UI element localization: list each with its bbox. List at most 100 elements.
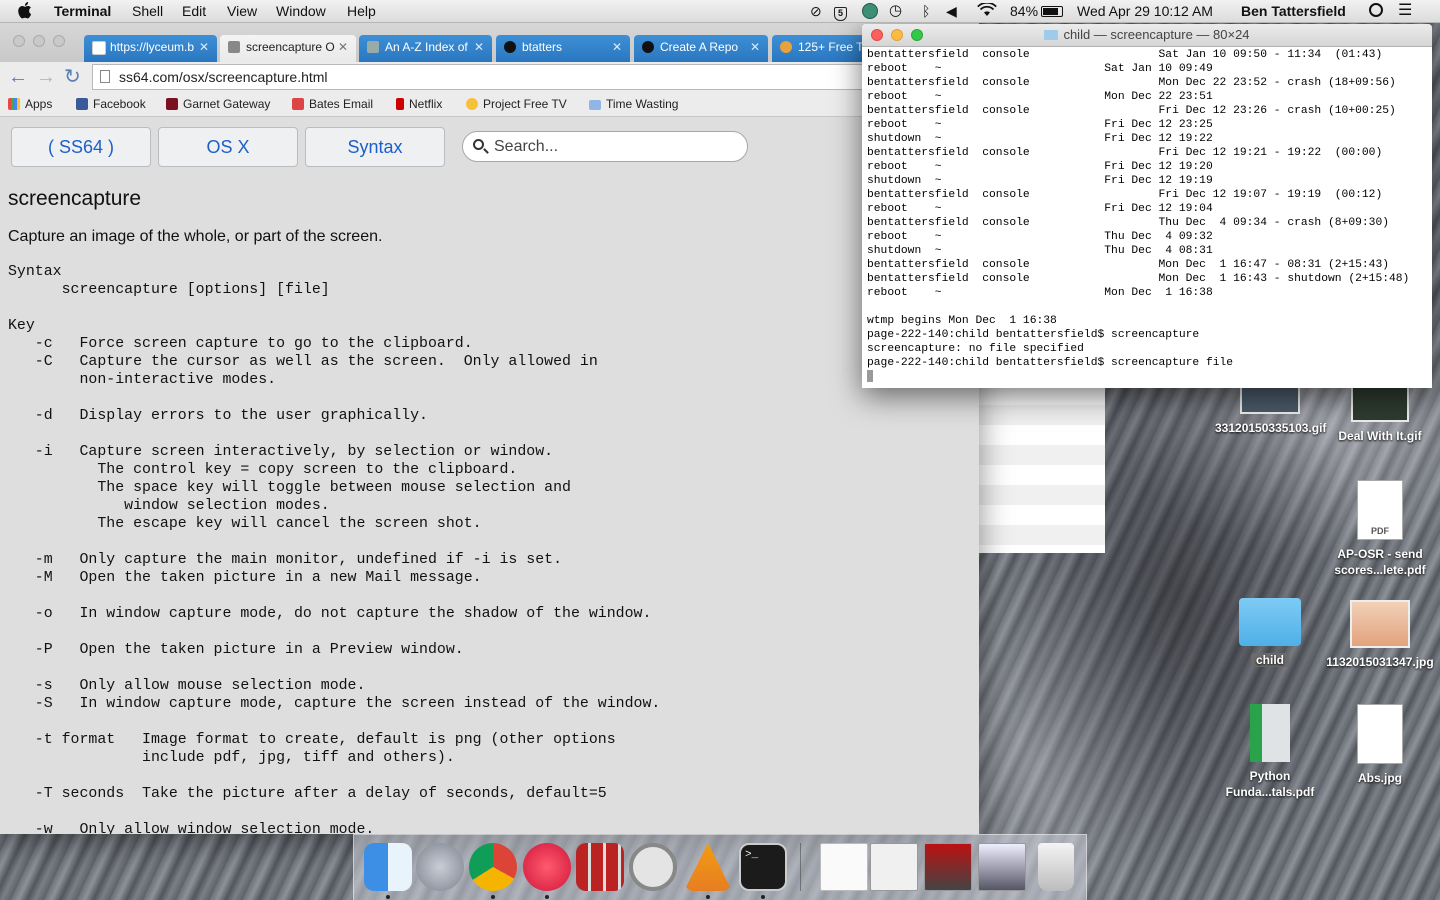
desktop-icon-label: 33120150335103.gif [1215,421,1327,435]
user-name[interactable]: Ben Tattersfield [1241,2,1346,20]
launchpad-icon[interactable] [416,843,464,891]
bookmark-garnet-gateway[interactable]: Garnet Gateway [166,96,270,112]
tab-close-icon[interactable]: ✕ [338,35,348,60]
document-stack-icon[interactable] [820,843,868,891]
desktop-icon-jpg-file[interactable]: 1132015031347.jpg [1325,600,1435,670]
bluetooth-icon[interactable]: ᛒ [922,2,930,20]
terminal-line: reboot ~ Mon Dec 22 23:51 [867,91,1213,103]
bookmark-netflix[interactable]: Netflix [396,96,442,112]
background-finder-window[interactable] [979,385,1105,553]
tab-az-index[interactable]: An A-Z Index of ✕ [359,35,492,62]
desktop-icon-child-folder[interactable]: child [1215,592,1325,668]
menu-view[interactable]: View [227,2,257,20]
site-search-input[interactable]: Search... [462,131,748,162]
menu-help[interactable]: Help [347,2,376,20]
window-close-button[interactable] [13,35,25,47]
wifi-icon[interactable] [977,1,997,20]
window-minimize-button[interactable] [33,35,45,47]
spotlight-search-icon[interactable] [1369,2,1383,20]
reload-icon[interactable]: ↻ [64,65,81,89]
clock[interactable]: Wed Apr 29 10:12 AM [1077,2,1213,20]
image-thumbnail [1357,704,1403,764]
terminal-line: bentattersfield console Fri Dec 12 23:26… [867,105,1396,117]
tab-close-icon[interactable]: ✕ [199,35,209,60]
menu-edit[interactable]: Edit [182,2,206,20]
tab-title: screencapture O [246,40,335,54]
tab-close-icon[interactable]: ✕ [474,35,484,60]
menu-window[interactable]: Window [276,2,326,20]
blocked-app-icon[interactable] [629,843,677,891]
back-arrow-icon[interactable]: ← [8,65,28,89]
terminal-zoom-button[interactable] [911,29,923,41]
bookmark-label: Facebook [93,97,146,111]
syntax-button[interactable]: Syntax [305,127,445,167]
html5-status-icon[interactable]: 5 [834,2,847,21]
terminal-line: bentattersfield console Mon Dec 1 16:43 … [867,273,1410,285]
bookmark-project-free-tv[interactable]: Project Free TV [466,96,567,112]
terminal-icon[interactable]: >_ [739,843,787,891]
search-placeholder: Search... [494,138,559,155]
address-bar[interactable]: ss64.com/osx/screencapture.html [92,64,979,90]
bookmark-apps[interactable]: Apps [8,96,52,112]
desktop-icon-abs-jpg[interactable]: Abs.jpg [1325,704,1435,786]
ss64-home-button[interactable]: ( SS64 ) [11,127,151,167]
man-page-line: -t format Image format to create, defaul… [8,732,616,748]
address-url[interactable]: ss64.com/osx/screencapture.html [119,65,328,89]
tab-create-repo[interactable]: Create A Repo ✕ [634,35,768,62]
time-machine-icon[interactable]: ◷ [889,2,902,20]
desktop-icon-ap-osr-pdf[interactable]: PDF AP-OSR - send scores...lete.pdf [1325,480,1435,578]
bookmark-bates-email[interactable]: Bates Email [292,96,373,112]
bookmark-label: Time Wasting [606,97,679,111]
bookmark-time-wasting[interactable]: Time Wasting [589,96,678,112]
dock: >_ [353,834,1087,900]
terminal-window[interactable]: child — screencapture — 80×24 bentatters… [862,24,1432,388]
screenshot-stack-icon[interactable] [978,843,1026,891]
no-entry-status-icon[interactable]: ⊘ [810,2,822,20]
battery-icon[interactable] [1041,2,1063,20]
project-free-tv-icon [466,98,478,110]
downloads-stack-icon[interactable] [870,843,918,891]
running-indicator [761,895,765,899]
tab-lyceum[interactable]: https://lyceum.b ✕ [84,35,217,62]
volume-icon[interactable]: ◀ [946,2,957,20]
terminal-close-button[interactable] [871,29,883,41]
terminal-line: screencapture: no file specified [867,343,1084,355]
tab-github-btatters[interactable]: btatters ✕ [496,35,630,62]
man-page-line: non-interactive modes. [8,372,277,388]
osx-button[interactable]: OS X [158,127,298,167]
trash-icon[interactable] [1038,843,1074,891]
terminal-minimize-button[interactable] [891,29,903,41]
menu-app-name[interactable]: Terminal [54,2,111,20]
notification-center-icon[interactable]: ☰ [1398,2,1412,20]
man-page-line [8,767,660,785]
terminal-title-bar[interactable]: child — screencapture — 80×24 [862,24,1432,47]
terminal-line: reboot ~ Sat Jan 10 09:49 [867,63,1213,75]
github-favicon-icon [642,41,654,53]
itunes-icon[interactable] [523,843,571,891]
vlc-icon[interactable] [684,843,732,891]
terminal-line: shutdown ~ Thu Dec 4 08:31 [867,245,1213,257]
bookmark-facebook[interactable]: Facebook [76,96,146,112]
media-stack-icon[interactable] [924,843,972,891]
tab-close-icon[interactable]: ✕ [750,35,760,60]
apple-logo-icon[interactable] [18,1,34,19]
desktop-icon-python-pdf[interactable]: Python Funda...tals.pdf [1215,704,1325,800]
battery-percent[interactable]: 84% [1010,2,1038,20]
window-zoom-button[interactable] [53,35,65,47]
forward-arrow-icon[interactable]: → [36,65,56,89]
photo-booth-icon[interactable] [576,843,624,891]
man-page-line: window selection modes. [8,498,330,514]
menu-shell[interactable]: Shell [132,2,163,20]
tab-title: Create A Repo [660,40,739,54]
tab-screencapture[interactable]: screencapture O ✕ [220,35,356,62]
sync-status-icon[interactable] [862,2,878,20]
chrome-icon[interactable] [469,843,517,891]
globe-favicon-icon [780,41,792,53]
book-cover-icon [1250,704,1290,762]
man-page-line [8,425,660,443]
terminal-output[interactable]: bentattersfield console Sat Jan 10 09:50… [867,48,1409,384]
man-page-line [8,713,660,731]
terminal-title: child — screencapture — 80×24 [1063,27,1250,42]
tab-close-icon[interactable]: ✕ [612,35,622,60]
finder-icon[interactable] [364,843,412,891]
